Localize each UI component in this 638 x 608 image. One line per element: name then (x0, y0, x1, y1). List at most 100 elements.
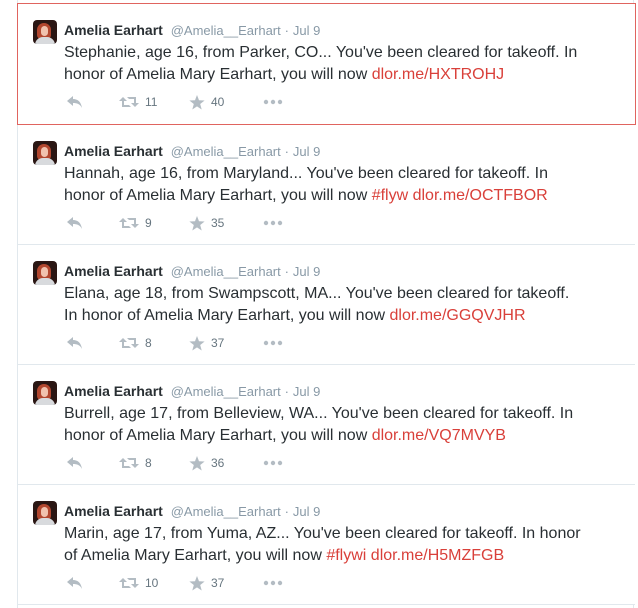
tweet-text-line2-prefix: honor of Amelia Mary Earhart, you will n… (64, 187, 372, 204)
tweet-item[interactable]: Amelia Earhart @Amelia__Earhart · Jul 9 … (17, 3, 636, 125)
favorite-button[interactable]: 40 (189, 92, 224, 112)
tweet-text-line2-prefix: honor of Amelia Mary Earhart, you will n… (64, 66, 372, 83)
timestamp[interactable]: Jul 9 (293, 504, 320, 519)
retweet-button[interactable]: 10 (119, 573, 158, 593)
hashtag-link[interactable]: #flywi (326, 547, 366, 564)
favorite-count: 36 (211, 456, 225, 470)
reply-icon (66, 456, 84, 470)
author-handle[interactable]: @Amelia__Earhart (171, 384, 281, 399)
tweet-text-line1: Hannah, age 16, from Maryland... You've … (64, 165, 548, 182)
tweet-item[interactable]: Amelia Earhart @Amelia__Earhart · Jul 9 … (18, 485, 635, 605)
tweet-item[interactable]: Amelia Earhart @Amelia__Earhart · Jul 9 … (18, 245, 635, 365)
more-button[interactable] (263, 453, 283, 473)
tweet-text: Burrell, age 17, from Belleview, WA... Y… (64, 403, 604, 447)
tweet-text-line1: Stephanie, age 16, from Parker, CO... Yo… (64, 44, 578, 61)
reply-button[interactable] (66, 333, 84, 353)
favorite-count: 35 (211, 216, 225, 230)
tweet-timeline: Amelia Earhart @Amelia__Earhart · Jul 9 … (17, 0, 636, 608)
more-button[interactable] (263, 333, 283, 353)
author-handle[interactable]: @Amelia__Earhart (171, 504, 281, 519)
favorite-count: 37 (211, 576, 225, 590)
avatar[interactable] (33, 261, 57, 285)
tweet-text-line2: In honor of Amelia Mary Earhart, you wil… (64, 305, 604, 327)
separator: · (284, 264, 289, 279)
author-name[interactable]: Amelia Earhart (64, 263, 163, 279)
favorite-button[interactable]: 35 (189, 213, 224, 233)
retweet-button[interactable]: 8 (119, 333, 152, 353)
avatar[interactable] (33, 141, 57, 165)
tweet-header: Amelia Earhart @Amelia__Earhart · Jul 9 (64, 502, 320, 520)
star-icon (189, 455, 205, 471)
author-name[interactable]: Amelia Earhart (64, 143, 163, 159)
favorite-button[interactable]: 37 (189, 333, 224, 353)
timestamp[interactable]: Jul 9 (293, 23, 320, 38)
more-dots-icon (263, 220, 283, 226)
favorite-button[interactable]: 37 (189, 573, 224, 593)
short-link[interactable]: dlor.me/OCTFBOR (408, 187, 548, 204)
retweet-count: 10 (145, 576, 159, 590)
more-button[interactable] (263, 573, 283, 593)
timestamp[interactable]: Jul 9 (293, 144, 320, 159)
reply-icon (66, 95, 84, 109)
separator: · (284, 504, 289, 519)
tweet-header: Amelia Earhart @Amelia__Earhart · Jul 9 (64, 262, 320, 280)
reply-icon (66, 576, 84, 590)
tweet-text-line2: honor of Amelia Mary Earhart, you will n… (64, 64, 604, 86)
retweet-count: 8 (145, 456, 152, 470)
timestamp[interactable]: Jul 9 (293, 264, 320, 279)
retweet-icon (119, 576, 139, 590)
favorite-count: 40 (211, 95, 225, 109)
tweet-item[interactable]: Amelia Earhart @Amelia__Earhart · Jul 9 … (18, 365, 635, 485)
tweet-text-line2-prefix: of Amelia Mary Earhart, you will now (64, 547, 327, 564)
timestamp[interactable]: Jul 9 (293, 384, 320, 399)
author-handle[interactable]: @Amelia__Earhart (171, 264, 281, 279)
favorite-button[interactable]: 36 (189, 453, 224, 473)
tweet-text: Marin, age 17, from Yuma, AZ... You've b… (64, 523, 604, 567)
author-name[interactable]: Amelia Earhart (64, 22, 163, 38)
retweet-button[interactable]: 8 (119, 453, 152, 473)
author-name[interactable]: Amelia Earhart (64, 503, 163, 519)
reply-button[interactable] (66, 213, 84, 233)
author-handle[interactable]: @Amelia__Earhart (171, 144, 281, 159)
tweet-text-line2: honor of Amelia Mary Earhart, you will n… (64, 425, 604, 447)
short-link[interactable]: dlor.me/H5MZFGB (366, 547, 504, 564)
retweet-button[interactable]: 9 (119, 213, 152, 233)
tweet-text: Stephanie, age 16, from Parker, CO... Yo… (64, 42, 604, 86)
favorite-count: 37 (211, 336, 225, 350)
tweet-actions: 11 40 (64, 92, 364, 112)
short-link[interactable]: dlor.me/VQ7MVYB (372, 427, 506, 444)
tweet-actions: 8 36 (64, 453, 364, 473)
tweet-text-line1: Marin, age 17, from Yuma, AZ... You've b… (64, 525, 581, 542)
tweet-item[interactable]: Amelia Earhart @Amelia__Earhart · Jul 9 … (18, 125, 635, 245)
tweet-text-line1: Elana, age 18, from Swampscott, MA... Yo… (64, 285, 570, 302)
tweet-text-line2: honor of Amelia Mary Earhart, you will n… (64, 185, 604, 207)
reply-button[interactable] (66, 453, 84, 473)
hashtag-link[interactable]: #flyw (372, 187, 408, 204)
separator: · (284, 23, 289, 38)
retweet-icon (119, 336, 139, 350)
avatar[interactable] (33, 20, 57, 44)
reply-button[interactable] (66, 92, 84, 112)
tweet-text-line2-prefix: In honor of Amelia Mary Earhart, you wil… (64, 307, 390, 324)
short-link[interactable]: dlor.me/GGQVJHR (389, 307, 525, 324)
tweet-header: Amelia Earhart @Amelia__Earhart · Jul 9 (64, 142, 320, 160)
tweet-actions: 10 37 (64, 573, 364, 593)
reply-icon (66, 336, 84, 350)
tweet-actions: 9 35 (64, 213, 364, 233)
more-dots-icon (263, 460, 283, 466)
retweet-button[interactable]: 11 (119, 92, 157, 112)
tweet-actions: 8 37 (64, 333, 364, 353)
avatar[interactable] (33, 501, 57, 525)
more-button[interactable] (263, 213, 283, 233)
avatar[interactable] (33, 381, 57, 405)
author-handle[interactable]: @Amelia__Earhart (171, 23, 281, 38)
retweet-count: 11 (145, 95, 158, 109)
author-name[interactable]: Amelia Earhart (64, 383, 163, 399)
more-button[interactable] (263, 92, 283, 112)
tweet-text: Hannah, age 16, from Maryland... You've … (64, 163, 604, 207)
star-icon (189, 94, 205, 110)
short-link[interactable]: dlor.me/HXTROHJ (372, 66, 504, 83)
tweet-text-line1: Burrell, age 17, from Belleview, WA... Y… (64, 405, 574, 422)
tweet-header: Amelia Earhart @Amelia__Earhart · Jul 9 (64, 21, 320, 39)
reply-button[interactable] (66, 573, 84, 593)
